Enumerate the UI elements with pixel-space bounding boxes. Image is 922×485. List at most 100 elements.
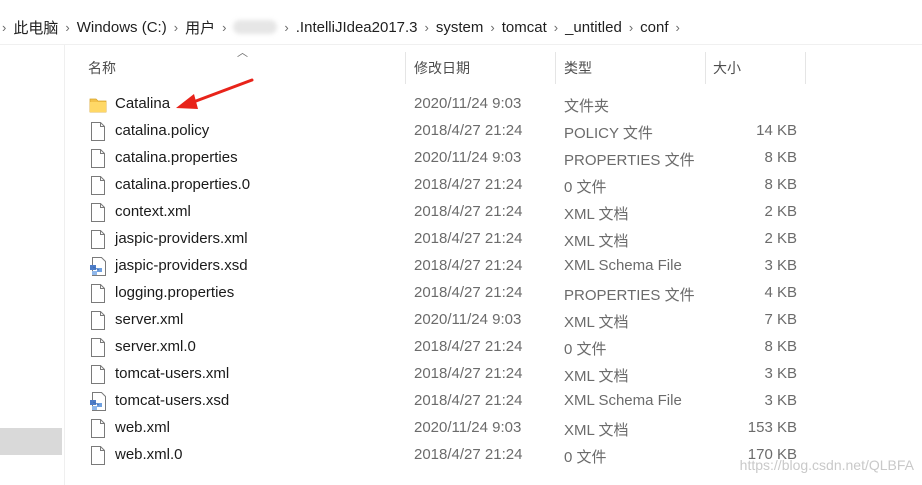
file-type: XML 文档 xyxy=(564,368,629,385)
column-header-name[interactable]: 名称 xyxy=(88,50,116,86)
file-modified-date: 2018/4/27 21:24 xyxy=(414,257,523,274)
file-name: web.xml xyxy=(115,419,171,436)
file-modified-date: 2018/4/27 21:24 xyxy=(414,176,523,193)
breadcrumb-item-intellij[interactable]: .IntelliJIdea2017.3 xyxy=(293,19,421,36)
file-row[interactable]: tomcat-users.xml 2018/4/27 21:24 XML 文档 3 K… xyxy=(65,361,922,388)
file-size: 4 KB xyxy=(764,284,797,301)
file-size: 2 KB xyxy=(764,203,797,220)
breadcrumb-item-drive-c[interactable]: Windows (C:) xyxy=(74,19,170,36)
file-name: jaspic-providers.xml xyxy=(115,230,248,247)
column-divider[interactable] xyxy=(805,52,806,84)
chevron-right-icon[interactable]: › xyxy=(421,20,433,35)
chevron-right-icon[interactable]: › xyxy=(0,20,10,35)
file-modified-date: 2018/4/27 21:24 xyxy=(414,203,523,220)
breadcrumb-item-system[interactable]: system xyxy=(433,19,487,36)
file-size: 14 KB xyxy=(756,122,797,139)
file-type: PROPERTIES 文件 xyxy=(564,152,695,169)
file-name: server.xml xyxy=(115,311,184,328)
file-type: XML 文档 xyxy=(564,233,629,250)
file-name: tomcat-users.xsd xyxy=(115,392,230,409)
file-type: XML Schema File xyxy=(564,392,682,409)
watermark: https://blog.csdn.net/QLBFA xyxy=(739,457,914,473)
file-modified-date: 2018/4/27 21:24 xyxy=(414,284,523,301)
file-type: PROPERTIES 文件 xyxy=(564,287,695,304)
file-row[interactable]: tomcat-users.xsd 2018/4/27 21:24 XML Schem… xyxy=(65,388,922,415)
file-modified-date: 2018/4/27 21:24 xyxy=(414,230,523,247)
breadcrumb-item-conf[interactable]: conf xyxy=(637,19,671,36)
nav-selected-item[interactable] xyxy=(0,428,62,455)
file-row[interactable]: context.xml 2018/4/27 21:24 XML 文档 2 KB xyxy=(65,199,922,226)
column-header-date[interactable]: 修改日期 xyxy=(414,50,470,86)
file-size: 8 KB xyxy=(764,176,797,193)
file-icon xyxy=(89,121,107,142)
file-type: 文件夹 xyxy=(564,98,610,115)
file-size: 7 KB xyxy=(764,311,797,328)
file-row[interactable]: catalina.properties 2020/11/24 9:03 PROPER… xyxy=(65,145,922,172)
file-icon xyxy=(89,229,107,250)
file-modified-date: 2020/11/24 9:03 xyxy=(414,311,522,328)
file-icon xyxy=(89,364,107,385)
column-header-size[interactable]: 大小 xyxy=(713,50,741,86)
sort-ascending-icon: ︿ xyxy=(237,47,248,59)
navigation-pane[interactable] xyxy=(0,45,65,485)
file-modified-date: 2018/4/27 21:24 xyxy=(414,338,523,355)
file-type: XML Schema File xyxy=(564,257,682,274)
chevron-right-icon[interactable]: › xyxy=(486,20,498,35)
blurred-username[interactable] xyxy=(233,20,278,34)
file-name: catalina.policy xyxy=(115,122,210,139)
column-divider[interactable] xyxy=(705,52,706,84)
file-row[interactable]: jaspic-providers.xml 2018/4/27 21:24 XML 文… xyxy=(65,226,922,253)
file-modified-date: 2020/11/24 9:03 xyxy=(414,149,522,166)
file-icon xyxy=(89,283,107,304)
file-icon xyxy=(89,175,107,196)
file-size: 8 KB xyxy=(764,338,797,355)
file-modified-date: 2020/11/24 9:03 xyxy=(414,419,522,436)
file-icon xyxy=(89,148,107,169)
xsd-file-icon xyxy=(89,256,107,277)
file-modified-date: 2018/4/27 21:24 xyxy=(414,122,523,139)
file-icon xyxy=(89,202,107,223)
file-name: logging.properties xyxy=(115,284,235,301)
file-row[interactable]: web.xml 2020/11/24 9:03 XML 文档 153 KB xyxy=(65,415,922,442)
file-name: catalina.properties xyxy=(115,149,238,166)
chevron-right-icon[interactable]: › xyxy=(550,20,562,35)
file-size: 3 KB xyxy=(764,392,797,409)
file-name: server.xml.0 xyxy=(115,338,196,355)
file-modified-date: 2020/11/24 9:03 xyxy=(414,95,522,112)
breadcrumb-item-this-pc[interactable]: 此电脑 xyxy=(10,17,61,38)
breadcrumb-item-tomcat[interactable]: tomcat xyxy=(499,19,550,36)
file-modified-date: 2018/4/27 21:24 xyxy=(414,365,523,382)
file-type: XML 文档 xyxy=(564,422,629,439)
chevron-right-icon[interactable]: › xyxy=(625,20,637,35)
file-size: 8 KB xyxy=(764,149,797,166)
folder-icon xyxy=(89,94,107,115)
column-divider[interactable] xyxy=(555,52,556,84)
file-row[interactable]: catalina.properties.0 2018/4/27 21:24 0 文件… xyxy=(65,172,922,199)
file-name: jaspic-providers.xsd xyxy=(115,257,248,274)
breadcrumb: › 此电脑 › Windows (C:) › 用户 › › .IntelliJI… xyxy=(0,10,922,45)
file-size: 153 KB xyxy=(747,419,797,436)
file-icon xyxy=(89,418,107,439)
file-name: web.xml.0 xyxy=(115,446,183,463)
breadcrumb-item-untitled[interactable]: _untitled xyxy=(562,19,625,36)
column-divider[interactable] xyxy=(405,52,406,84)
column-header-type[interactable]: 类型 xyxy=(564,50,592,86)
chevron-right-icon[interactable]: › xyxy=(280,20,292,35)
chevron-right-icon[interactable]: › xyxy=(170,20,182,35)
chevron-right-icon[interactable]: › xyxy=(672,20,684,35)
chevron-right-icon[interactable]: › xyxy=(218,20,230,35)
file-name: Catalina xyxy=(115,95,171,112)
chevron-right-icon[interactable]: › xyxy=(61,20,73,35)
file-row[interactable]: catalina.policy 2018/4/27 21:24 POLICY 文件 1… xyxy=(65,118,922,145)
file-size: 3 KB xyxy=(764,365,797,382)
file-row[interactable]: jaspic-providers.xsd 2018/4/27 21:24 XML S… xyxy=(65,253,922,280)
file-type: POLICY 文件 xyxy=(564,125,653,142)
file-name: context.xml xyxy=(115,203,191,220)
file-type: 0 文件 xyxy=(564,341,607,358)
breadcrumb-item-users[interactable]: 用户 xyxy=(182,17,218,38)
file-type: XML 文档 xyxy=(564,206,629,223)
file-row[interactable]: server.xml.0 2018/4/27 21:24 0 文件 8 KB xyxy=(65,334,922,361)
file-row[interactable]: logging.properties 2018/4/27 21:24 PROPERT… xyxy=(65,280,922,307)
file-type: 0 文件 xyxy=(564,449,607,466)
file-row[interactable]: server.xml 2020/11/24 9:03 XML 文档 7 KB xyxy=(65,307,922,334)
